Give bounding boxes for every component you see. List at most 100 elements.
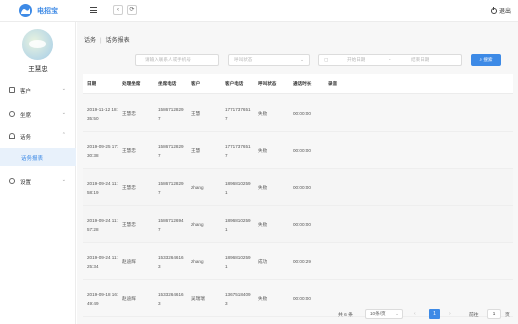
calendar-icon: ▢ [324,57,329,62]
status-cell: 失败 [258,148,268,153]
user-icon [9,87,15,93]
sidebar-subitem-label: 话务报表 [21,156,44,162]
customer-phone-cell: 13675184093 [225,292,251,306]
sidebar: 王慧忠 客户 ⌄ 坐席 ⌄ 话务 ⌃ 话务报表 设置 ⌄ [0,22,76,324]
chevron-down-icon: ⌄ [61,177,66,183]
back-button[interactable]: ‹ [113,5,123,15]
table-row[interactable]: 2019-09-24 11:25:34 赵迪辉 15332646163 zhan… [83,243,513,280]
search-button[interactable]: ⌕ 搜索 [471,54,501,66]
date-cell: 2019-09-18 16:49:49 [87,292,119,306]
total-count: 共 6 条 [338,313,353,318]
keyword-placeholder: 请输入联系人或手机号 [145,57,191,62]
call-status-placeholder: 呼叫状态 [234,57,253,62]
duration-cell: 00:00:00 [293,222,311,227]
date-range-picker[interactable]: ▢ 开始日期 - 结束日期 [318,54,462,66]
table-header: 日期 处理坐席 坐席电话 客户 客户电话 呼叫状态 通话时长 录音 [83,74,513,94]
sidebar-item-calls[interactable]: 话务 ⌃ [0,130,76,142]
customer-phone-cell: 17717376517 [225,107,251,121]
breadcrumb: 话务 | 话务报表 [84,35,130,44]
logout-label: 退出 [498,9,511,15]
duration-cell: 00:00:00 [293,148,311,153]
pagination: 共 6 条 10条/页 ⌄ ‹ 1 › 前往 1 页 [77,308,518,322]
customer-cell: 吴瑞瑞 [191,296,205,301]
next-page-button[interactable]: › [449,311,451,317]
range-separator: - [389,57,391,62]
breadcrumb-parent[interactable]: 话务 [84,38,96,44]
column-header: 通话时长 [293,81,312,86]
start-date-placeholder: 开始日期 [347,57,366,62]
customer-phone-cell: 17717376517 [225,144,251,158]
duration-cell: 00:00:00 [293,185,311,190]
page-size-select[interactable]: 10条/页 ⌄ [365,309,403,319]
avatar [22,29,53,60]
chevron-down-icon: ⌄ [61,110,66,116]
agent-cell: 王慧忠 [122,185,136,190]
sidebar-item-label: 坐席 [20,113,32,119]
page-size-value: 10条/页 [370,311,386,316]
status-cell: 失败 [258,296,268,301]
sidebar-item-label: 设置 [20,180,32,186]
filter-bar: 请输入联系人或手机号 呼叫状态 ⌄ ▢ 开始日期 - 结束日期 ⌕ 搜索 [77,52,518,72]
agent-phone-cell: 15332646163 [158,292,184,306]
column-header: 日期 [87,81,97,86]
agent-phone-cell: 15332646163 [158,255,184,269]
status-cell: 失败 [258,222,268,227]
search-label: 搜索 [483,57,493,62]
goto-page-input[interactable]: 1 [487,309,501,319]
customer-cell: 王慧 [191,111,201,116]
table-row[interactable]: 2019-09-25 17:30:38 王慧忠 15867128297 王慧 1… [83,132,513,169]
headset-icon [9,133,15,139]
refresh-button[interactable]: ⟳ [127,5,137,15]
customer-cell: zhang [191,185,204,190]
keyword-input[interactable]: 请输入联系人或手机号 [135,54,219,66]
agent-phone-cell: 15867126947 [158,218,184,232]
menu-toggle-icon[interactable] [90,7,97,13]
logout-button[interactable]: 退出 [490,6,511,15]
agent-cell: 王慧忠 [122,111,136,116]
status-cell: 成功 [258,259,268,264]
customer-cell: 王慧 [191,148,201,153]
date-cell: 2019-09-25 17:30:38 [87,144,119,158]
sidebar-subitem-call-report[interactable]: 话务报表 [0,148,76,166]
sidebar-item-settings[interactable]: 设置 ⌄ [0,175,76,187]
prev-page-button[interactable]: ‹ [414,311,416,317]
sidebar-item-agents[interactable]: 坐席 ⌄ [0,108,76,120]
person-icon [9,111,15,117]
breadcrumb-separator: | [100,38,102,44]
customer-phone-cell: 18968102591 [225,218,251,232]
sidebar-item-label: 客户 [20,89,32,95]
chevron-down-icon: ⌄ [61,86,66,92]
main-content: 话务 | 话务报表 请输入联系人或手机号 呼叫状态 ⌄ ▢ 开始日期 - 结束日期 … [77,22,518,324]
table-row[interactable]: 2019-09-24 11:57:28 王慧忠 15867126947 zhan… [83,206,513,243]
date-cell: 2019-09-24 11:58:19 [87,181,118,195]
status-cell: 失败 [258,185,268,190]
status-cell: 失败 [258,111,268,116]
top-header: 电招宝 ‹ ⟳ 退出 [0,0,518,22]
goto-label: 前往 [469,313,479,318]
chevron-down-icon: ⌄ [395,311,399,316]
date-cell: 2019-09-24 11:25:34 [87,255,118,269]
breadcrumb-current: 话务报表 [105,38,130,44]
logo-icon [19,4,32,17]
page-1-button[interactable]: 1 [429,309,440,319]
chevron-down-icon: ⌄ [300,57,304,62]
gear-icon [9,178,15,184]
app-logo-text: 电招宝 [37,8,58,15]
table-row[interactable]: 2019-09-24 11:58:19 王慧忠 15867128297 zhan… [83,169,513,206]
goto-unit-label: 页 [505,313,510,318]
column-header: 录音 [328,81,338,86]
sidebar-item-label: 话务 [20,135,32,141]
table-row[interactable]: 2019-11-12 18:35:50 王慧忠 15867128297 王慧 1… [83,95,513,132]
duration-cell: 00:00:29 [293,259,311,264]
user-name: 王慧忠 [28,66,48,73]
column-header: 客户电话 [225,81,244,86]
agent-phone-cell: 15867128297 [158,144,184,158]
customer-cell: zhang [191,222,204,227]
agent-phone-cell: 15867128297 [158,107,184,121]
customer-cell: zhang [191,259,204,264]
duration-cell: 00:00:00 [293,111,311,116]
customer-phone-cell: 18968102591 [225,181,251,195]
call-status-select[interactable]: 呼叫状态 ⌄ [228,54,310,66]
sidebar-item-customers[interactable]: 客户 ⌄ [0,84,76,96]
column-header: 处理坐席 [122,81,141,86]
